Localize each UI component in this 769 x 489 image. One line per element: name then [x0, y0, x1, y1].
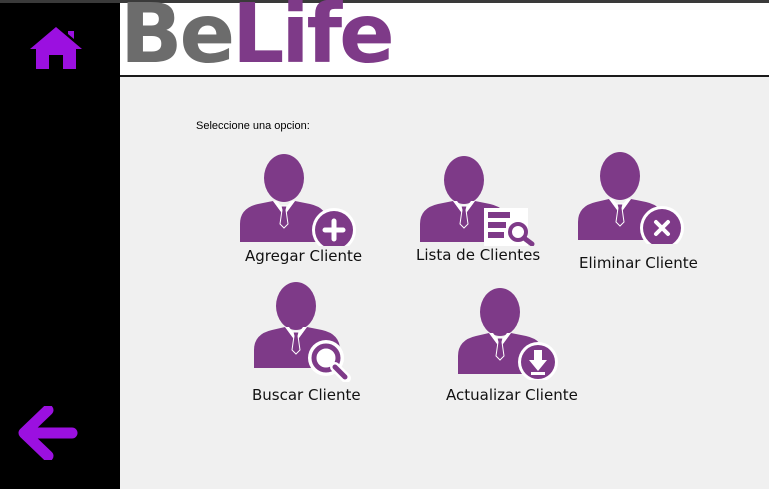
- search-client-button[interactable]: Buscar Cliente: [250, 282, 390, 406]
- back-button[interactable]: [18, 404, 78, 462]
- add-client-button[interactable]: Agregar Cliente: [236, 150, 376, 270]
- user-list-icon: [420, 156, 535, 246]
- belife-logo: BeLife: [120, 0, 395, 76]
- client-list-label: Lista de Clientes: [416, 246, 541, 264]
- user-update-icon: [458, 288, 558, 380]
- update-client-label: Actualizar Cliente: [446, 386, 578, 404]
- logo-be: Be: [120, 0, 235, 82]
- logo-life: Life: [232, 0, 395, 82]
- add-client-label: Agregar Cliente: [245, 247, 363, 265]
- home-button[interactable]: [28, 25, 84, 71]
- user-search-icon: [254, 282, 351, 382]
- user-delete-icon: [578, 152, 684, 244]
- delete-client-button[interactable]: Eliminar Cliente: [576, 150, 716, 274]
- client-list-button[interactable]: Lista de Clientes: [414, 150, 554, 270]
- user-add-icon: [240, 154, 356, 246]
- delete-client-label: Eliminar Cliente: [579, 254, 698, 272]
- header-divider: [120, 75, 769, 77]
- arrow-left-icon: [18, 404, 78, 462]
- select-option-label: Seleccione una opcion:: [196, 120, 310, 132]
- update-client-button[interactable]: Actualizar Cliente: [446, 286, 596, 408]
- search-client-label: Buscar Cliente: [252, 386, 361, 404]
- sidebar: [0, 3, 120, 489]
- home-icon: [30, 27, 82, 69]
